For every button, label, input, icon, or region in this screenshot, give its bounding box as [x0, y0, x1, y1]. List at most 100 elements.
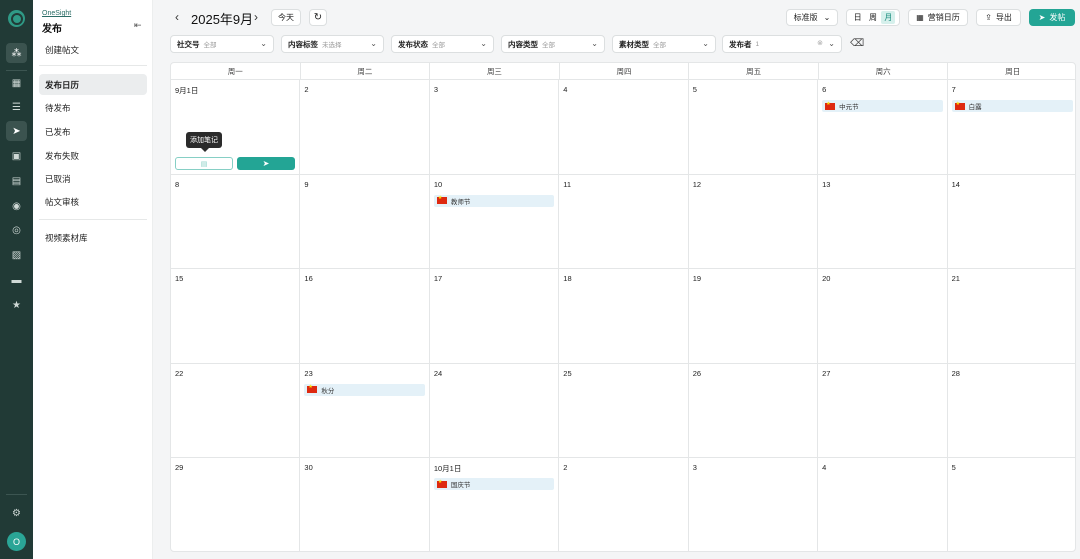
export-button[interactable]: ⇪ 导出 [976, 9, 1021, 26]
refresh-icon[interactable]: ↻ [309, 9, 327, 26]
star-icon[interactable]: ★ [6, 295, 27, 315]
sidebar-item-review[interactable]: 帖文审核 [39, 191, 147, 212]
weekday-sat: 周六 [819, 63, 949, 79]
calendar-day-cell[interactable]: 9 [300, 174, 430, 270]
calendar-day-cell[interactable]: 30 [300, 458, 430, 551]
holiday-event[interactable]: 教师节 [433, 194, 555, 207]
day-number: 20 [822, 274, 831, 284]
prev-month-icon[interactable]: ‹ [175, 10, 179, 24]
calendar-day-cell[interactable]: 8 [171, 174, 301, 270]
holiday-event[interactable]: 国庆节 [433, 478, 555, 491]
calendar-day-cell[interactable]: 3 [689, 458, 819, 551]
calendar-day-cell[interactable]: 5 [688, 80, 819, 175]
holiday-event[interactable]: 白露 [951, 100, 1073, 112]
avatar[interactable]: O [7, 532, 26, 551]
calendar-day-cell[interactable]: 23 秋分 [300, 363, 430, 459]
calendar-day-cell[interactable]: 17 [429, 269, 560, 364]
next-month-icon[interactable]: › [254, 10, 258, 24]
calendar-day-cell[interactable]: 28 [947, 364, 1075, 459]
sidebar-item-pending[interactable]: 待发布 [39, 97, 147, 118]
calendar-day-cell[interactable]: 5 [948, 458, 1075, 551]
calendar-day-cell[interactable]: 25 [559, 363, 689, 459]
gear-icon[interactable]: ⚙ [6, 503, 27, 523]
video-icon[interactable]: ▬ [6, 270, 27, 290]
calendar-day-cell[interactable]: 26 [688, 363, 819, 459]
app-logo[interactable] [8, 10, 25, 27]
version-select[interactable]: 标准版 ⌄ [786, 9, 838, 26]
filter-publish-status[interactable]: 发布状态 全部 ⌄ [391, 35, 494, 53]
icon-rail: ⁂ ▦ ☰ ➤ ▣ ▤ ◉ ◎ ▨ ▬ ★ ⚙ O [0, 0, 33, 559]
clear-icon[interactable]: ⊗ [817, 39, 823, 47]
audio-icon[interactable]: ◉ [6, 196, 27, 216]
sidebar-item-publish-calendar[interactable]: 发布日历 [39, 74, 147, 95]
users-icon[interactable]: ◎ [6, 220, 27, 240]
sidebar-item-create-post[interactable]: 创建帖文 [39, 39, 147, 60]
filter-label: 内容标签 [288, 39, 318, 49]
calendar-day-cell[interactable]: 2 [559, 458, 689, 551]
calendar-day-cell[interactable]: 2 [300, 80, 430, 175]
filter-material-type[interactable]: 素材类型 全部 ⌄ [612, 35, 716, 53]
chevron-down-icon: ⌄ [260, 39, 267, 48]
view-month[interactable]: 月 [881, 11, 896, 24]
calendar-day-cell[interactable]: 14 [947, 175, 1075, 270]
weekday-header: 周一 周二 周三 周四 周五 周六 周日 [171, 63, 1075, 80]
dashboard-icon[interactable]: ▦ [6, 73, 27, 93]
send-icon[interactable]: ➤ [6, 121, 27, 141]
filter-publisher[interactable]: 发布者 1 ⊗ ⌄ [722, 35, 842, 53]
calendar-day-cell[interactable]: 7 白露 [947, 80, 1075, 175]
filter-label: 社交号 [177, 39, 200, 49]
publish-button[interactable]: ➤ 发帖 [1029, 9, 1075, 26]
sidebar-item-cancelled[interactable]: 已取消 [39, 168, 147, 189]
export-label: 导出 [995, 13, 1012, 22]
filter-content-tag[interactable]: 内容标签 未选择 ⌄ [281, 35, 384, 53]
sidebar-item-published[interactable]: 已发布 [39, 121, 147, 142]
calendar-day-cell[interactable]: 19 [688, 269, 819, 364]
event-label: 白露 [968, 104, 982, 111]
calendar-day-cell[interactable]: 27 [818, 363, 948, 459]
brand-link[interactable]: OneSight [42, 10, 71, 17]
sidebar-item-video-library[interactable]: 视频素材库 [39, 227, 147, 248]
today-button[interactable]: 今天 [271, 9, 301, 26]
china-flag-icon [436, 195, 447, 205]
calendar-day-cell[interactable]: 20 [818, 269, 948, 364]
calendar-day-cell[interactable]: 11 [559, 174, 689, 270]
calendar-day-cell[interactable]: 24 [429, 363, 560, 459]
calendar-day-cell[interactable]: 4 [559, 80, 689, 175]
filter-content-type[interactable]: 内容类型 全部 ⌄ [501, 35, 605, 53]
list-icon[interactable]: ☰ [6, 97, 27, 117]
quick-post-button[interactable]: ➤ [237, 157, 295, 170]
sidebar-item-failed[interactable]: 发布失败 [39, 145, 147, 166]
filter-social-account[interactable]: 社交号 全部 ⌄ [170, 35, 274, 53]
marketing-calendar-button[interactable]: ▦ 营销日历 [908, 9, 968, 26]
eraser-icon[interactable]: ⌫ [850, 38, 864, 49]
calendar-day-cell[interactable]: 3 [429, 80, 560, 175]
view-day[interactable]: 日 [851, 11, 865, 24]
rail-divider-bottom [6, 494, 27, 495]
event-label: 秋分 [321, 387, 335, 395]
image-icon[interactable]: ▨ [6, 245, 27, 265]
collapse-icon[interactable]: ⇤ [134, 20, 142, 31]
weekday-sun: 周日 [1005, 67, 1021, 76]
document-icon[interactable]: ▤ [6, 171, 27, 191]
team-icon[interactable]: ⁂ [6, 43, 27, 63]
calendar-day-cell[interactable]: 6 中元节 [818, 80, 948, 175]
message-icon[interactable]: ▣ [6, 146, 27, 166]
calendar-day-cell[interactable]: 18 [559, 269, 689, 364]
calendar-day-cell[interactable]: 10 教师节 [429, 174, 560, 270]
calendar-day-cell[interactable]: 15 [171, 269, 301, 364]
calendar-day-cell[interactable]: 13 [818, 174, 948, 270]
calendar-day-cell[interactable]: 4 [818, 458, 948, 551]
day-number: 25 [563, 368, 572, 378]
add-note-button[interactable]: ▤ [175, 157, 233, 170]
day-number: 2 [563, 463, 568, 473]
calendar-day-cell[interactable]: 21 [947, 269, 1075, 364]
calendar-day-cell[interactable]: 29 [171, 458, 301, 551]
view-week[interactable]: 周 [866, 11, 880, 24]
holiday-event[interactable]: 中元节 [822, 100, 943, 112]
calendar-day-cell[interactable]: 16 [300, 269, 430, 364]
holiday-event[interactable]: 秋分 [304, 383, 425, 396]
calendar-day-cell[interactable]: 10月1日国庆节 [430, 458, 560, 551]
sidebar-divider [39, 65, 147, 66]
calendar-day-cell[interactable]: 12 [688, 174, 819, 270]
calendar-day-cell[interactable]: 22 [171, 363, 301, 459]
